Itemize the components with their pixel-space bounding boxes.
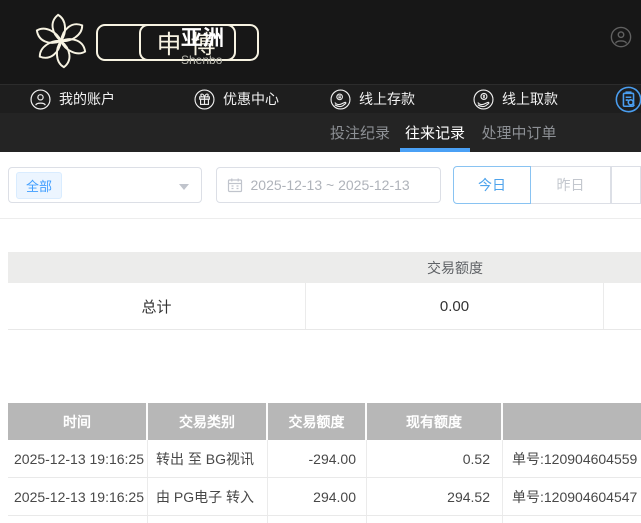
- tab-label: 往来记录: [405, 122, 465, 143]
- filter-bar: 全部 2025-12-13 ~ 2025-12-13 今日 昨日: [0, 152, 641, 219]
- avatar-icon[interactable]: [610, 26, 632, 48]
- quick-date-buttons: 今日 昨日: [453, 166, 641, 204]
- summary-total-row: 总计 0.00: [8, 283, 641, 330]
- type-select-tag[interactable]: 全部: [16, 172, 62, 199]
- tab-label: 投注纪录: [330, 122, 390, 143]
- today-button[interactable]: 今日: [453, 166, 531, 204]
- calendar-icon: [227, 177, 243, 193]
- yesterday-button[interactable]: 昨日: [531, 166, 611, 204]
- records-icon[interactable]: [615, 86, 641, 113]
- cell-time: 2025-12-13 19:16:25: [8, 440, 148, 477]
- transactions-table: 时间 交易类别 交易额度 现有额度 2025-12-13 19:16:25 转出…: [8, 403, 641, 523]
- cell-time: 2025-12-13 19:16:25: [8, 478, 148, 515]
- tab-bar: 投注纪录 往来记录 处理中订单: [0, 113, 641, 152]
- caret-down-icon: [179, 184, 189, 190]
- cell-balance: 0.52: [367, 440, 503, 477]
- column-header-type: 交易类别: [148, 403, 268, 440]
- cell-type: 转出 至 BG视讯: [148, 440, 268, 477]
- gift-icon: [194, 89, 215, 110]
- type-select[interactable]: 全部: [8, 167, 202, 203]
- summary-total-label: 总计: [8, 283, 306, 329]
- table-row-partial: [8, 516, 641, 523]
- cell-remark: 单号:120904604547: [503, 478, 641, 515]
- user-icon: [30, 89, 51, 110]
- column-header-time: 时间: [8, 403, 148, 440]
- transaction-records-page: { "brand": { "logo_char_1": "申", "logo_c…: [0, 0, 641, 523]
- nav-item-label: 线上存款: [359, 89, 415, 109]
- main-nav: 我的账户 优惠中心 线上存款 线上取款: [0, 84, 641, 113]
- nav-item-my-account[interactable]: 我的账户: [30, 85, 115, 113]
- cell-balance: 294.52: [367, 478, 503, 515]
- summary-header-row: 交易额度: [8, 252, 641, 283]
- tab-pending-orders[interactable]: 处理中订单: [478, 113, 560, 152]
- date-range-value: 2025-12-13 ~ 2025-12-13: [251, 177, 410, 193]
- summary-total-value: 0.00: [306, 283, 604, 329]
- quick-button-stub[interactable]: [611, 166, 641, 204]
- nav-item-promotions[interactable]: 优惠中心: [194, 85, 279, 113]
- column-header-balance: 现有额度: [367, 403, 503, 440]
- column-header-amount: 交易额度: [268, 403, 367, 440]
- nav-item-withdraw[interactable]: 线上取款: [473, 85, 558, 113]
- cell-remark: 单号:120904604559: [503, 440, 641, 477]
- tab-transfer-records[interactable]: 往来记录: [400, 113, 470, 152]
- nav-item-label: 我的账户: [59, 89, 115, 109]
- table-row: 2025-12-13 19:16:25 转出 至 BG视讯 -294.00 0.…: [8, 440, 641, 478]
- brand-subtitle: Shenbo: [181, 53, 225, 67]
- cell-amount: 294.00: [268, 478, 367, 515]
- nav-item-label: 线上取款: [502, 89, 558, 109]
- summary-header-amount: 交易额度: [306, 258, 604, 278]
- table-row: 2025-12-13 19:16:25 由 PG电子 转入 294.00 294…: [8, 478, 641, 516]
- tab-betting-records[interactable]: 投注纪录: [325, 113, 395, 152]
- cell-amount: -294.00: [268, 440, 367, 477]
- deposit-icon: [330, 89, 351, 110]
- summary-table: 交易额度 总计 0.00: [8, 252, 641, 330]
- cell-type: 由 PG电子 转入: [148, 478, 268, 515]
- nav-item-deposit[interactable]: 线上存款: [330, 85, 415, 113]
- column-header-remark: [503, 403, 641, 440]
- withdraw-icon: [473, 89, 494, 110]
- site-header: 申 博 亚洲 Shenbo: [0, 0, 641, 84]
- brand-text: 亚洲 Shenbo: [181, 22, 225, 67]
- tab-label: 处理中订单: [481, 122, 556, 143]
- nav-item-label: 优惠中心: [223, 89, 279, 109]
- date-range-input[interactable]: 2025-12-13 ~ 2025-12-13: [216, 167, 441, 203]
- transactions-header-row: 时间 交易类别 交易额度 现有额度: [8, 403, 641, 440]
- brand-region: 亚洲: [181, 22, 225, 52]
- brand-flower-icon: [30, 10, 92, 72]
